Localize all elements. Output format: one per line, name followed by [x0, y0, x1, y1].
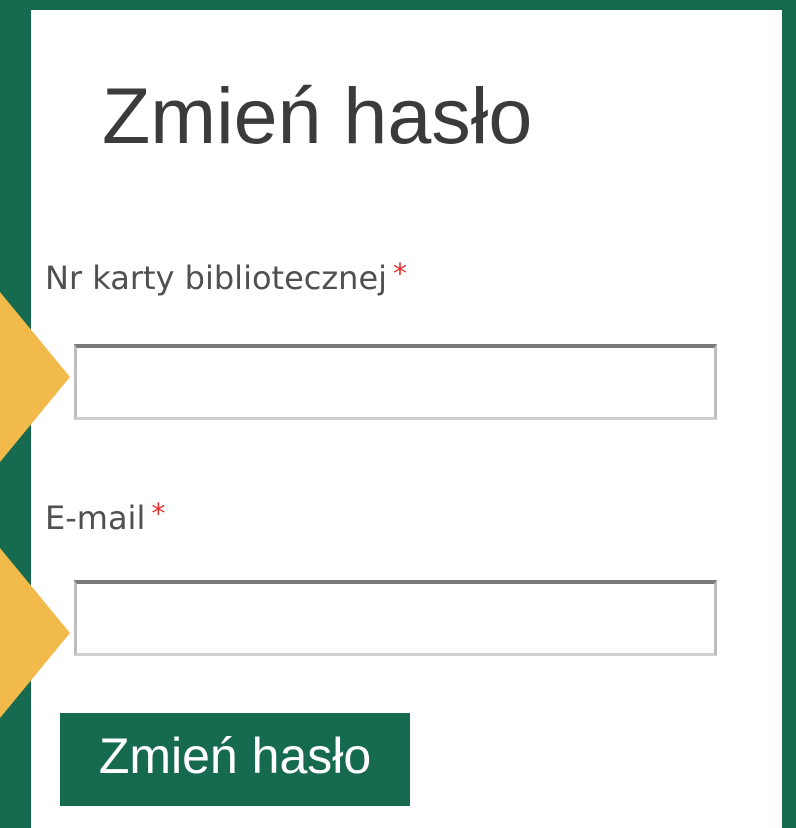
card-field-pointer-arrow — [0, 292, 70, 462]
required-mark: * — [151, 497, 166, 530]
email-label: E-mail * — [45, 494, 165, 538]
page-title: Zmień hasło — [102, 71, 533, 160]
email-input[interactable] — [74, 580, 717, 656]
email-field-pointer-arrow — [0, 548, 70, 718]
required-mark: * — [393, 257, 408, 290]
card-number-label: Nr karty bibliotecznej * — [45, 254, 407, 298]
change-password-button[interactable]: Zmień hasło — [60, 713, 410, 806]
page-frame: Zmień hasło Nr karty bibliotecznej * E-ma… — [0, 0, 796, 828]
email-label-text: E-mail — [45, 499, 146, 537]
card-number-label-text: Nr karty bibliotecznej — [45, 259, 388, 297]
card-number-input[interactable] — [74, 344, 717, 420]
